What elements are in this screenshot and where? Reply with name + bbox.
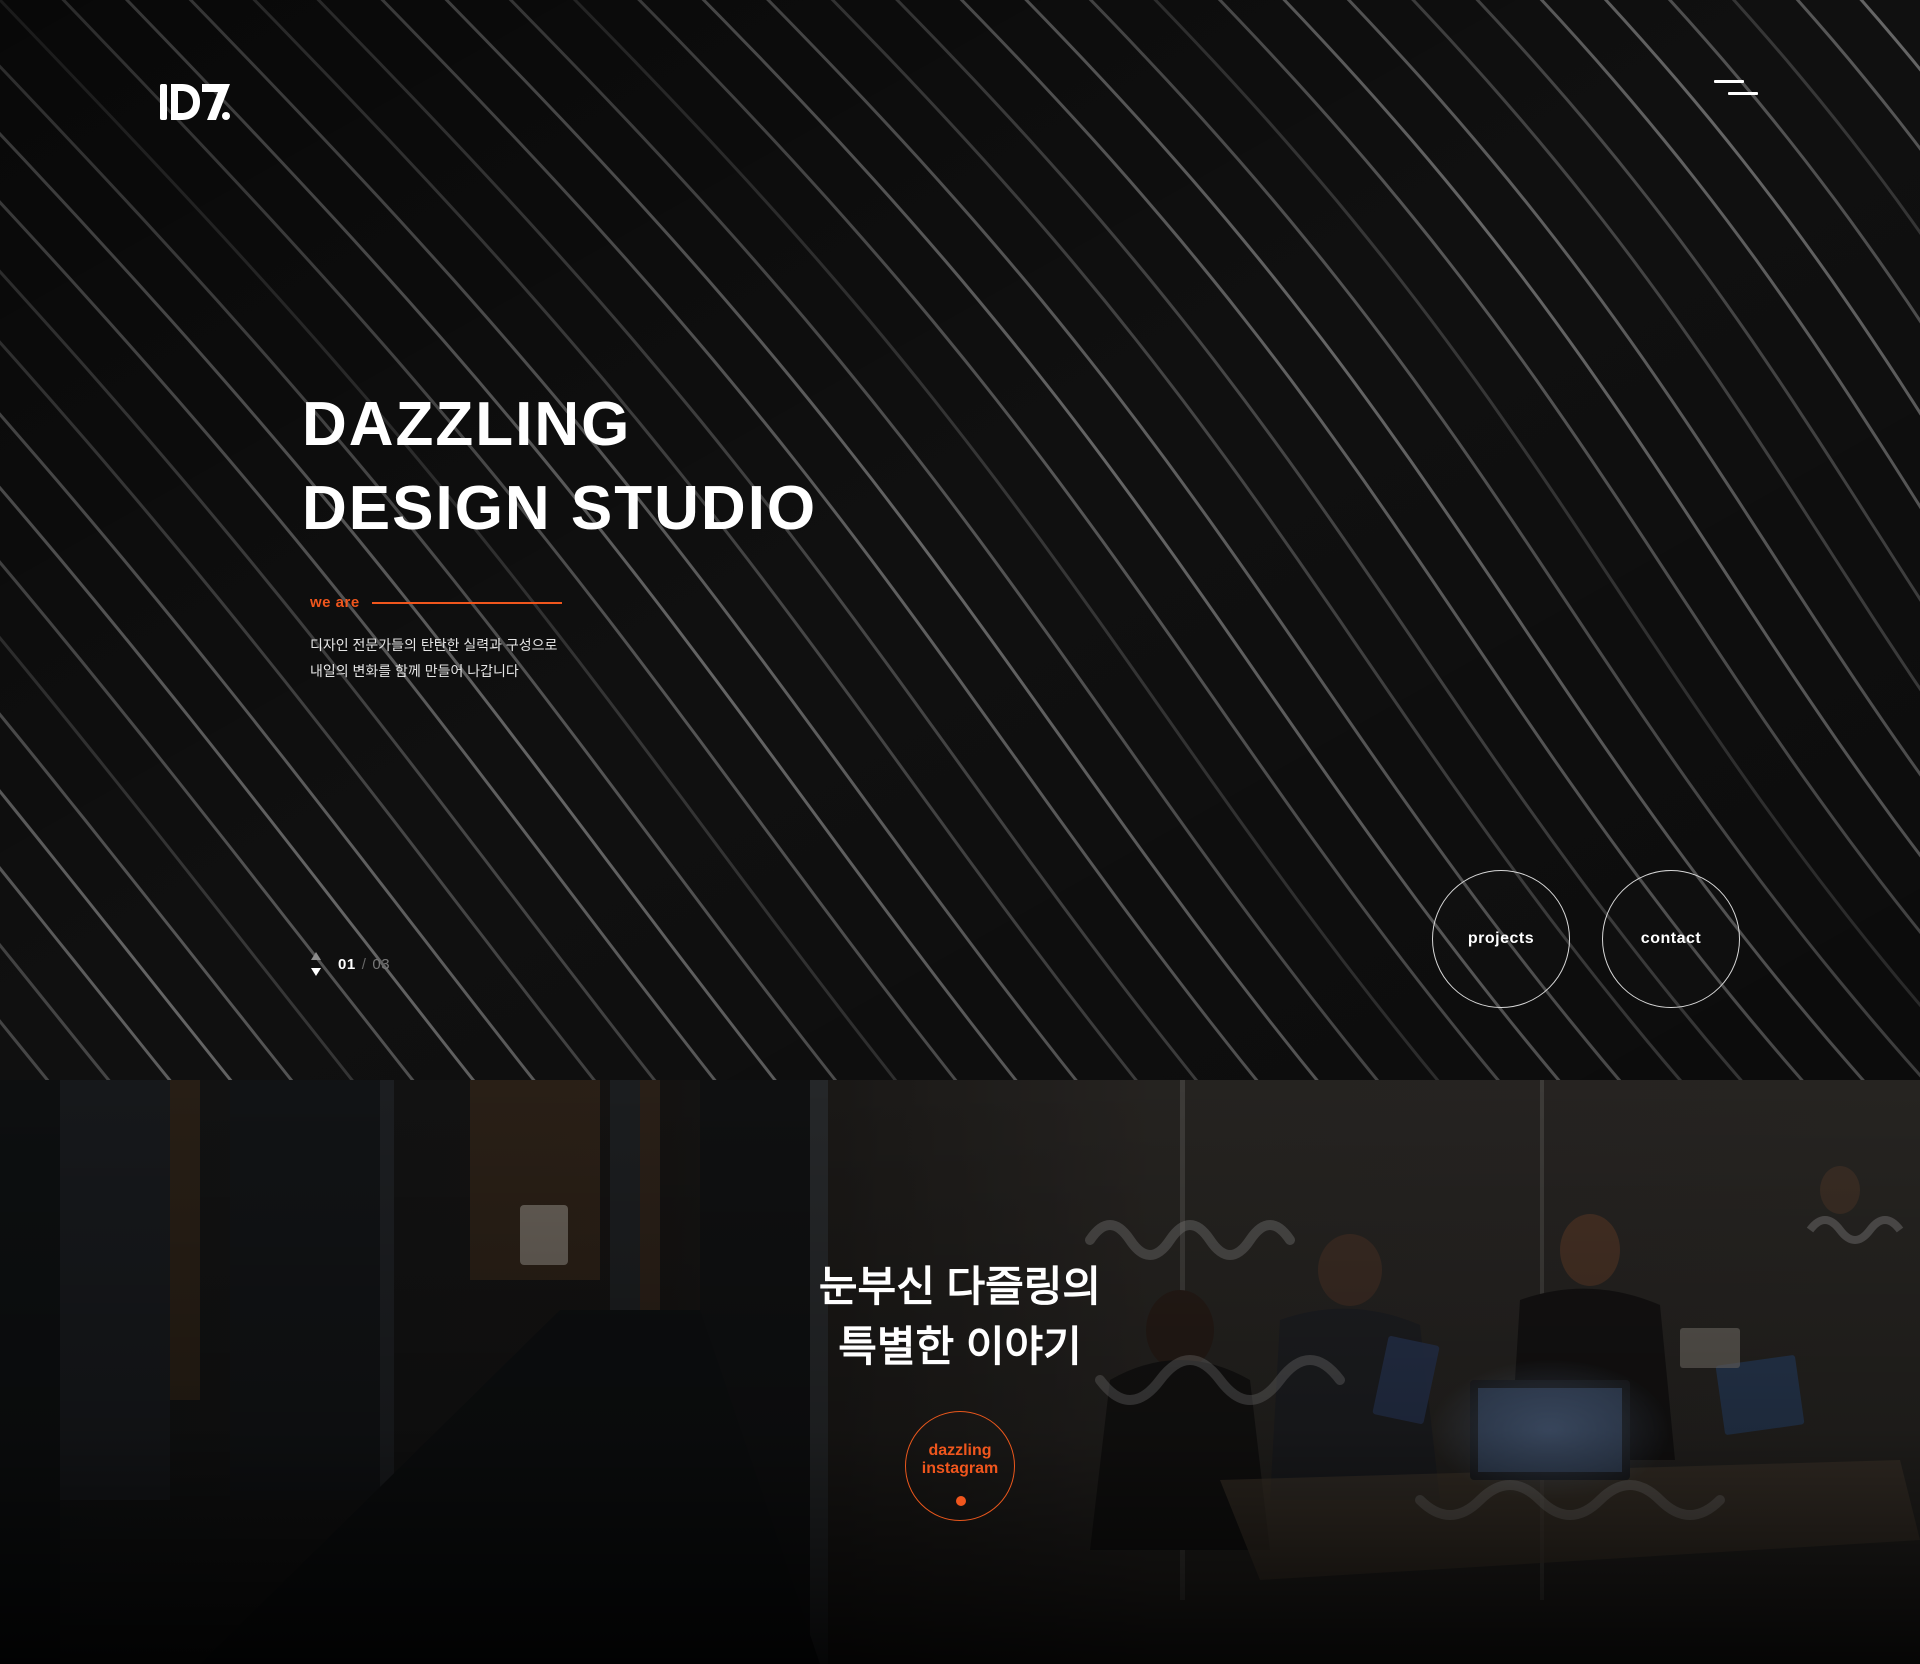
we-are-heading: we are — [310, 594, 562, 611]
projects-button[interactable]: projects — [1432, 870, 1570, 1008]
instagram-button[interactable]: dazzling instagram — [905, 1411, 1015, 1521]
story-title: 눈부신 다즐링의 특별한 이야기 — [0, 1257, 1920, 1377]
we-are-label: we are — [310, 594, 360, 611]
instagram-button-line-1: dazzling — [928, 1442, 992, 1459]
hamburger-menu-icon[interactable] — [1714, 78, 1758, 102]
slide-pagination: 01 / 03 — [310, 952, 390, 976]
story-section: 눈부신 다즐링의 특별한 이야기 dazzling instagram — [0, 1080, 1920, 1664]
projects-button-label: projects — [1467, 930, 1535, 947]
contact-button-label: contact — [1640, 930, 1702, 947]
instagram-button-line-2: instagram — [921, 1460, 999, 1477]
story-title-line-2: 특별한 이야기 — [838, 1323, 1082, 1370]
hero-description-line-2: 내일의 변화를 함께 만들어 나갑니다 — [310, 663, 519, 679]
arrow-up-icon[interactable] — [311, 952, 321, 960]
story-title-line-1: 눈부신 다즐링의 — [818, 1263, 1102, 1310]
hero-section: DAZZLING DESIGN STUDIO we are 디자인 전문가들의 … — [0, 0, 1920, 1080]
hero-title-line-1: DAZZLING — [302, 390, 632, 459]
hero-description-line-1: 디자인 전문가들의 탄탄한 실력과 구성으로 — [310, 637, 558, 653]
dz-logo[interactable] — [160, 82, 232, 122]
we-are-divider — [371, 601, 562, 604]
arrow-down-icon[interactable] — [311, 968, 321, 976]
slide-current: 01 — [338, 955, 356, 973]
slide-arrows — [310, 952, 322, 976]
slide-total: 03 — [372, 955, 391, 973]
hero-title-line-2: DESIGN STUDIO — [302, 474, 818, 543]
contact-button[interactable]: contact — [1602, 870, 1740, 1008]
menu-bar-bottom — [1728, 92, 1758, 95]
hero-description: 디자인 전문가들의 탄탄한 실력과 구성으로 내일의 변화를 함께 만들어 나갑… — [310, 632, 557, 684]
slide-counter: 01 / 03 — [338, 956, 390, 973]
instagram-dot-icon — [956, 1496, 966, 1506]
slide-separator: / — [361, 955, 367, 973]
menu-bar-top — [1714, 80, 1744, 83]
instagram-button-label: dazzling instagram — [906, 1442, 1014, 1478]
hero-title: DAZZLING DESIGN STUDIO — [302, 383, 817, 551]
